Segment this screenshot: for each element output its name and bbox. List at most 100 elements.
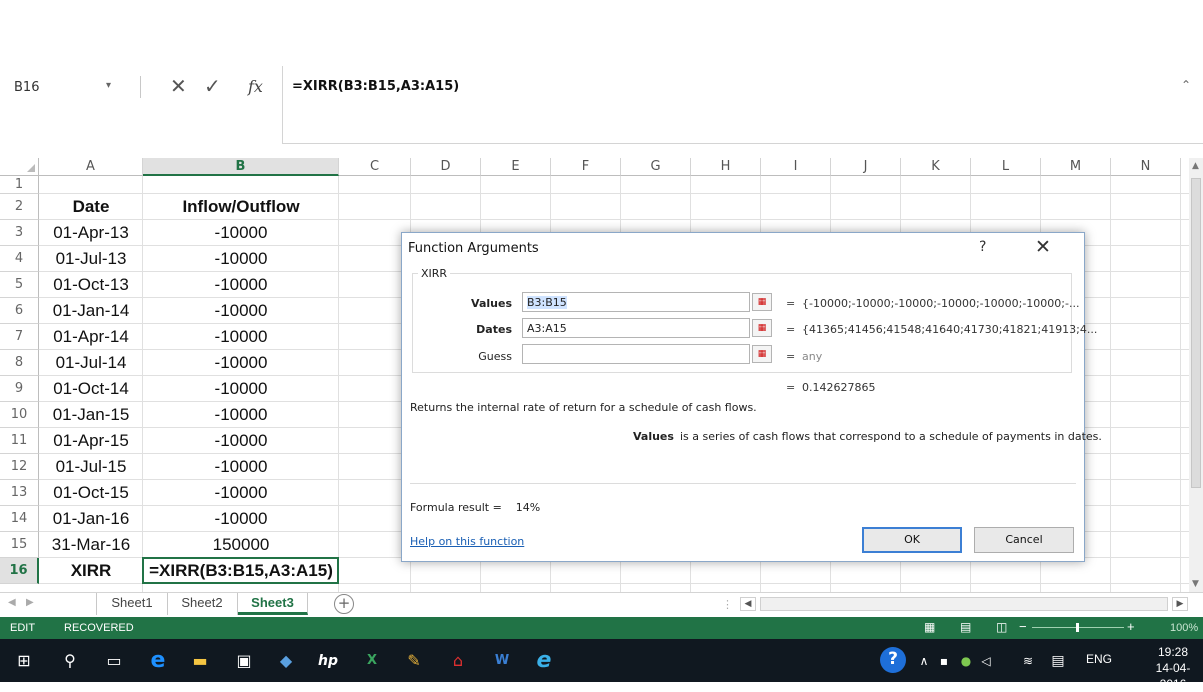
column-header-k[interactable]: K <box>901 158 971 176</box>
zoom-level[interactable]: 100% <box>1170 622 1198 634</box>
date-cell[interactable]: 01-Oct-14 <box>39 376 143 402</box>
name-box[interactable]: B16 ▾ <box>4 76 126 100</box>
task-view-icon[interactable]: ▭ <box>102 649 126 673</box>
amount-cell[interactable]: -10000 <box>143 376 339 402</box>
amount-cell[interactable]: -10000 <box>143 246 339 272</box>
amount-cell[interactable]: -10000 <box>143 350 339 376</box>
date-cell[interactable]: 01-Apr-15 <box>39 428 143 454</box>
clock[interactable]: 19:28 14-04-2016 <box>1146 644 1200 692</box>
select-all-corner[interactable] <box>0 158 39 176</box>
column-header-j[interactable]: J <box>831 158 901 176</box>
xirr-label-cell[interactable]: XIRR <box>39 558 143 584</box>
amount-cell[interactable]: -10000 <box>143 298 339 324</box>
row-header-7[interactable]: 7 <box>0 324 39 350</box>
prev-sheet-icon[interactable]: ◀ <box>8 597 16 608</box>
amount-cell[interactable]: -10000 <box>143 480 339 506</box>
add-sheet-icon[interactable]: + <box>334 594 354 614</box>
next-sheet-icon[interactable]: ▶ <box>26 597 34 608</box>
amount-cell[interactable]: -10000 <box>143 220 339 246</box>
amount-cell[interactable]: -10000 <box>143 428 339 454</box>
row-header-6[interactable]: 6 <box>0 298 39 324</box>
paint-icon[interactable]: ✎ <box>402 649 426 673</box>
guess-input[interactable] <box>522 344 750 364</box>
header-cell-date[interactable]: Date <box>39 194 143 220</box>
date-cell[interactable]: 01-Jan-14 <box>39 298 143 324</box>
row-header-12[interactable]: 12 <box>0 454 39 480</box>
zoom-in-icon[interactable]: + <box>1127 619 1135 634</box>
hp-icon[interactable]: hp <box>316 649 340 673</box>
date-cell[interactable]: 01-Jan-16 <box>39 506 143 532</box>
column-header-d[interactable]: D <box>411 158 481 176</box>
word-icon[interactable]: W <box>490 649 514 673</box>
row-header-15[interactable]: 15 <box>0 532 39 558</box>
help-icon[interactable]: ? <box>979 239 986 255</box>
amount-cell[interactable]: 150000 <box>143 532 339 558</box>
ok-button[interactable]: OK <box>862 527 962 553</box>
scroll-left-icon[interactable]: ◀ <box>740 597 756 611</box>
row-header-13[interactable]: 13 <box>0 480 39 506</box>
sheet-tab-sheet3[interactable]: Sheet3 <box>238 593 308 615</box>
date-cell[interactable]: 01-Oct-15 <box>39 480 143 506</box>
column-header-g[interactable]: G <box>621 158 691 176</box>
internet-explorer-icon[interactable]: e <box>532 649 556 673</box>
guess-collapse-button[interactable]: ▦ <box>752 345 772 363</box>
row-header-10[interactable]: 10 <box>0 402 39 428</box>
sheet-tab-sheet2[interactable]: Sheet2 <box>167 593 238 615</box>
close-icon[interactable]: ✕ <box>1035 236 1051 258</box>
amount-cell[interactable]: -10000 <box>143 402 339 428</box>
amount-cell[interactable]: -10000 <box>143 506 339 532</box>
help-on-function-link[interactable]: Help on this function <box>410 535 524 548</box>
date-cell[interactable]: 01-Jul-13 <box>39 246 143 272</box>
column-header-m[interactable]: M <box>1041 158 1111 176</box>
date-cell[interactable]: 01-Jul-14 <box>39 350 143 376</box>
windows-start-icon[interactable]: ⊞ <box>12 649 36 673</box>
row-header-3[interactable]: 3 <box>0 220 39 246</box>
app-icon[interactable]: ◆ <box>274 649 298 673</box>
date-cell[interactable]: 01-Apr-13 <box>39 220 143 246</box>
edge-icon[interactable]: e <box>146 649 170 673</box>
column-header-e[interactable]: E <box>481 158 551 176</box>
network-icon[interactable]: ▪ <box>932 649 956 673</box>
acrobat-icon[interactable]: ⌂ <box>446 649 470 673</box>
date-cell[interactable]: 01-Oct-13 <box>39 272 143 298</box>
date-cell[interactable]: 31-Mar-16 <box>39 532 143 558</box>
column-header-a[interactable]: A <box>39 158 143 176</box>
volume-icon[interactable]: ◁ <box>974 649 998 673</box>
file-explorer-icon[interactable]: ▬ <box>188 649 212 673</box>
header-cell-inflow-outflow[interactable]: Inflow/Outflow <box>143 194 339 220</box>
column-header-h[interactable]: H <box>691 158 761 176</box>
split-handle-icon[interactable]: ⋮ <box>722 598 733 611</box>
vertical-scroll-thumb[interactable] <box>1191 178 1201 488</box>
horizontal-scrollbar[interactable] <box>760 597 1168 611</box>
formula-input[interactable]: =XIRR(B3:B15,A3:A15) <box>292 79 459 94</box>
date-cell[interactable]: 01-Jul-15 <box>39 454 143 480</box>
column-header-c[interactable]: C <box>339 158 411 176</box>
wifi-icon[interactable]: ≋ <box>1016 649 1040 673</box>
values-collapse-button[interactable]: ▦ <box>752 293 772 311</box>
dates-input[interactable]: A3:A15 <box>522 318 750 338</box>
notification-icon[interactable]: ▤ <box>1046 649 1070 673</box>
date-cell[interactable]: 01-Jan-15 <box>39 402 143 428</box>
enter-icon[interactable]: ✓ <box>204 74 221 98</box>
amount-cell[interactable]: -10000 <box>143 324 339 350</box>
page-layout-view-icon[interactable]: ▤ <box>960 620 974 634</box>
zoom-out-icon[interactable]: − <box>1019 619 1027 634</box>
collapse-formula-bar-icon[interactable]: ⌃ <box>1181 78 1191 92</box>
column-header-i[interactable]: I <box>761 158 831 176</box>
language-indicator[interactable]: ENG <box>1086 652 1112 666</box>
chevron-down-icon[interactable]: ▾ <box>106 80 111 91</box>
row-header-2[interactable]: 2 <box>0 194 39 220</box>
scroll-up-icon[interactable]: ▲ <box>1192 161 1199 171</box>
scroll-right-icon[interactable]: ▶ <box>1172 597 1188 611</box>
amount-cell[interactable]: -10000 <box>143 272 339 298</box>
vertical-scrollbar[interactable]: ▲ ▼ <box>1189 158 1203 592</box>
zoom-slider[interactable] <box>1032 623 1124 632</box>
row-header-11[interactable]: 11 <box>0 428 39 454</box>
values-input[interactable]: B3:B15 <box>522 292 750 312</box>
row-header-1[interactable]: 1 <box>0 176 39 194</box>
row-header-9[interactable]: 9 <box>0 376 39 402</box>
zoom-slider-knob[interactable] <box>1076 623 1079 632</box>
page-break-view-icon[interactable]: ◫ <box>996 620 1010 634</box>
help-icon[interactable]: ? <box>880 647 906 673</box>
column-header-n[interactable]: N <box>1111 158 1181 176</box>
